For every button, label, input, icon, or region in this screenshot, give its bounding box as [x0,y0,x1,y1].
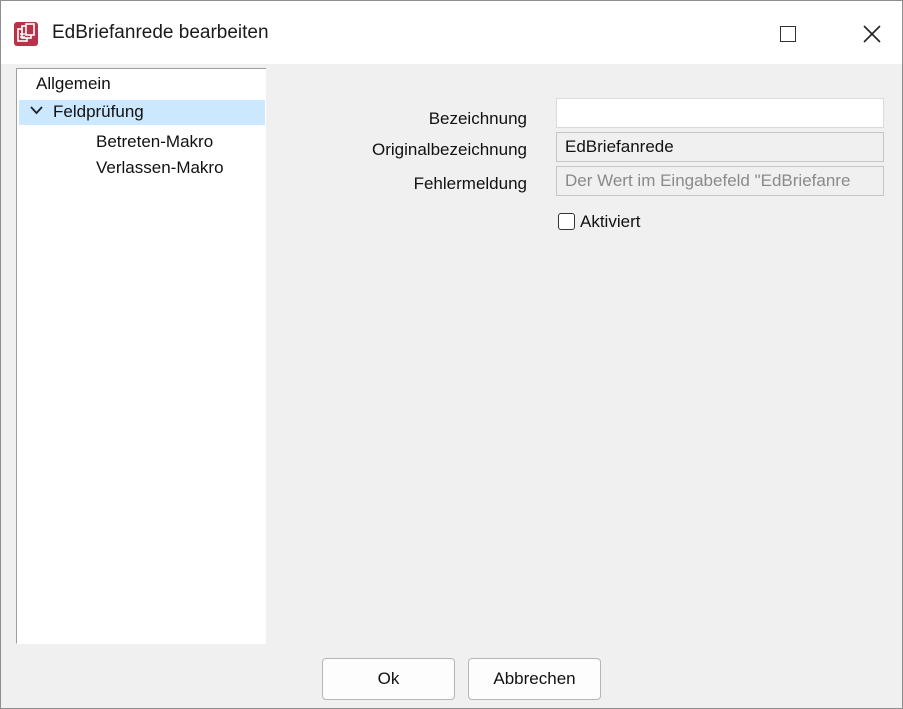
dialog-window: EdBriefanrede bearbeiten Allgemein Feldp… [0,0,903,709]
originalbezeichnung-label: Originalbezeichnung [372,140,527,159]
tree-item-feldpruefung[interactable]: Feldprüfung [19,100,265,125]
fehlermeldung-field: Der Wert im Eingabefeld "EdBriefanre [556,166,884,196]
title-bar[interactable]: EdBriefanrede bearbeiten [1,1,902,64]
tree-item-verlassen-makro[interactable]: Verlassen-Makro [96,157,224,179]
aktiviert-label[interactable]: Aktiviert [580,211,640,233]
chevron-down-icon[interactable] [30,106,43,115]
bezeichnung-label: Bezeichnung [428,109,527,128]
tree-item-allgemein[interactable]: Allgemein [36,73,111,95]
fehlermeldung-label: Fehlermeldung [413,174,527,193]
maximize-icon [780,26,796,42]
document-app-icon [14,22,38,46]
maximize-button[interactable] [761,13,817,55]
originalbezeichnung-field: EdBriefanrede [556,132,884,162]
ok-button[interactable]: Ok [322,658,455,700]
navigation-tree[interactable]: Allgemein Feldprüfung Betreten-Makro Ver… [16,68,266,644]
close-icon [863,25,881,43]
close-button[interactable] [847,13,897,55]
window-title: EdBriefanrede bearbeiten [52,22,269,43]
aktiviert-checkbox[interactable] [558,213,575,230]
cancel-button[interactable]: Abbrechen [468,658,601,700]
tree-item-label: Feldprüfung [53,102,144,121]
tree-item-betreten-makro[interactable]: Betreten-Makro [96,131,213,153]
bezeichnung-input[interactable] [556,98,884,128]
